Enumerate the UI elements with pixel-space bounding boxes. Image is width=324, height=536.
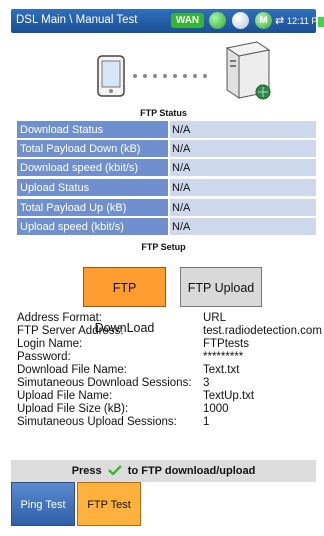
m-badge: M	[255, 12, 272, 29]
field-label: FTP Server Address:	[17, 325, 124, 337]
field-value[interactable]: TextUp.txt	[203, 390, 254, 403]
connection-dots-icon	[133, 74, 207, 78]
setup-field-password[interactable]: Password: *********	[17, 351, 322, 364]
tab-ftp-test[interactable]: FTP Test	[77, 482, 141, 526]
status-row: Total Payload Up (kB) N/A	[17, 199, 316, 218]
status-value: N/A	[170, 199, 316, 217]
field-value[interactable]: 1	[203, 416, 209, 429]
setup-field-download-sessions[interactable]: Simutaneous Download Sessions: 3	[17, 377, 322, 390]
ftp-setup-heading: FTP Setup	[141, 242, 186, 252]
status-row: Upload Status N/A	[17, 179, 316, 198]
field-value[interactable]: Text.txt	[203, 364, 239, 377]
title-bar: DSL Main \ Manual Test WAN M ⇄ 12:11 PM	[11, 9, 324, 33]
status-row: Download Status N/A	[17, 121, 316, 140]
setup-field-upload-file-name[interactable]: Upload File Name: TextUp.txt	[17, 390, 322, 403]
status-indicator-icon	[209, 12, 226, 29]
field-label: Login Name:	[17, 338, 83, 350]
status-value: N/A	[170, 218, 316, 236]
tab-ping-test[interactable]: Ping Test	[11, 482, 75, 526]
tester-device-icon	[97, 55, 125, 97]
field-value[interactable]: test.radiodetection.com	[203, 325, 322, 338]
status-label: Download Status	[17, 121, 168, 139]
hint-suffix: to FTP download/upload	[127, 465, 256, 477]
status-label: Upload speed (kbit/s)	[17, 218, 168, 236]
status-row: Total Payload Down (kB) N/A	[17, 140, 316, 159]
field-label: Password:	[17, 351, 71, 363]
field-value[interactable]: 1000	[203, 403, 229, 416]
server-icon	[225, 41, 271, 100]
status-label: Total Payload Down (kB)	[17, 140, 168, 158]
setup-field-login-name[interactable]: Login Name: FTPtests	[17, 338, 322, 351]
field-value[interactable]: URL	[203, 312, 226, 325]
moon-icon	[232, 12, 249, 29]
ftp-upload-button[interactable]: FTP Upload	[180, 267, 262, 307]
setup-field-upload-file-size[interactable]: Upload File Size (kB): 1000	[17, 403, 322, 416]
field-label: Download File Name:	[17, 364, 127, 376]
status-label: Upload Status	[17, 179, 168, 197]
ftp-status-heading: FTP Status	[140, 108, 187, 118]
status-row: Upload speed (kbit/s) N/A	[17, 218, 316, 237]
hint-bar: Press to FTP download/upload	[11, 460, 316, 482]
field-value[interactable]: *********	[203, 351, 243, 364]
setup-field-download-file-name[interactable]: Download File Name: Text.txt	[17, 364, 322, 377]
page-title: DSL Main \ Manual Test	[16, 14, 138, 26]
setup-field-upload-sessions[interactable]: Simutaneous Upload Sessions: 1	[17, 416, 322, 429]
field-label: Simutaneous Upload Sessions:	[17, 416, 177, 428]
field-value[interactable]: FTPtests	[203, 338, 249, 351]
setup-field-server-address[interactable]: FTP Server Address: test.radiodetection.…	[17, 325, 322, 338]
setup-field-address-format[interactable]: Address Format: URL	[17, 312, 322, 325]
battery-icon	[317, 16, 324, 28]
tab-bar: Ping Test FTP Test	[11, 482, 316, 528]
sync-icon: ⇄	[275, 15, 285, 27]
hint-prefix: Press	[71, 465, 102, 477]
wan-badge[interactable]: WAN	[171, 13, 204, 28]
status-label: Download speed (kbit/s)	[17, 159, 168, 177]
app-window: DSL Main \ Manual Test WAN M ⇄ 12:11 PM …	[0, 0, 324, 536]
field-label: Upload File Name:	[17, 390, 113, 402]
field-label: Address Format:	[17, 312, 102, 324]
ftp-download-button[interactable]: FTP DownLoad	[83, 267, 166, 335]
check-icon	[107, 465, 122, 475]
status-value: N/A	[170, 179, 316, 197]
status-value: N/A	[170, 140, 316, 158]
status-value: N/A	[170, 159, 316, 177]
field-label: Simutaneous Download Sessions:	[17, 377, 192, 389]
status-row: Download speed (kbit/s) N/A	[17, 159, 316, 178]
field-value[interactable]: 3	[203, 377, 209, 390]
field-label: Upload File Size (kB):	[17, 403, 129, 415]
status-label: Total Payload Up (kB)	[17, 199, 168, 217]
status-value: N/A	[170, 121, 316, 139]
